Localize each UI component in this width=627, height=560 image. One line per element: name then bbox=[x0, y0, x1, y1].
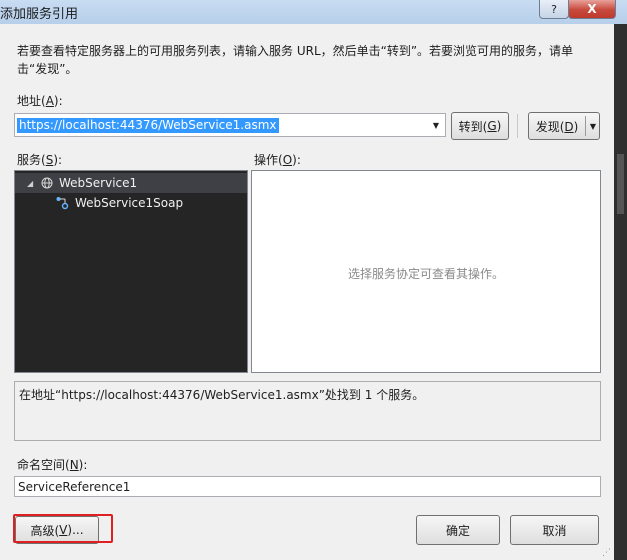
scrollbar-thumb[interactable] bbox=[617, 154, 624, 214]
tree-item-label: WebService1 bbox=[59, 176, 138, 190]
discover-button[interactable]: 发现(D) ▼ bbox=[528, 112, 600, 140]
namespace-label: 命名空间(N): bbox=[17, 458, 88, 472]
operations-empty-hint: 选择服务协定可查看其操作。 bbox=[347, 267, 504, 281]
dropdown-arrow-icon[interactable]: ▼ bbox=[590, 122, 596, 131]
expand-triangle-icon[interactable]: ◢ bbox=[27, 179, 39, 188]
toolbar-separator bbox=[517, 114, 518, 138]
cancel-button[interactable]: 取消 bbox=[510, 515, 599, 545]
services-label: 服务(S): bbox=[17, 153, 63, 167]
background-window-edge bbox=[614, 24, 627, 560]
ok-button[interactable]: 确定 bbox=[416, 515, 500, 545]
window-title: 添加服务引用 bbox=[0, 7, 79, 22]
namespace-value[interactable]: ServiceReference1 bbox=[18, 480, 130, 494]
endpoint-icon bbox=[56, 197, 69, 210]
services-tree[interactable]: ◢ WebService1 WebService1Soap bbox=[14, 170, 248, 373]
namespace-input[interactable]: ServiceReference1 bbox=[14, 476, 601, 497]
tree-item-label: WebService1Soap bbox=[75, 196, 184, 210]
split-divider bbox=[585, 116, 586, 136]
close-button[interactable]: X bbox=[568, 0, 616, 19]
close-icon: X bbox=[587, 2, 597, 16]
chevron-down-icon[interactable]: ▼ bbox=[429, 114, 443, 136]
go-button[interactable]: 转到(G) bbox=[451, 112, 509, 140]
annotation-highlight-box bbox=[13, 514, 113, 543]
status-text: 在地址“https://localhost:44376/WebService1.… bbox=[19, 388, 425, 402]
help-button[interactable]: ? bbox=[539, 0, 569, 19]
address-combobox[interactable]: https://localhost:44376/WebService1.asmx… bbox=[14, 113, 446, 137]
operations-list[interactable]: 选择服务协定可查看其操作。 bbox=[251, 170, 601, 373]
instructions-text: 若要查看特定服务器上的可用服务列表，请输入服务 URL，然后单击“转到”。若要浏… bbox=[17, 44, 574, 76]
title-bar: 添加服务引用 ? X bbox=[0, 0, 627, 24]
resize-grip-icon[interactable]: ⋰ bbox=[602, 548, 611, 558]
address-label: 地址(A): bbox=[17, 94, 63, 108]
globe-icon bbox=[41, 177, 53, 189]
help-icon: ? bbox=[551, 2, 557, 16]
operations-label: 操作(O): bbox=[254, 153, 301, 167]
tree-item-webservice1[interactable]: ◢ WebService1 bbox=[15, 173, 247, 193]
status-panel: 在地址“https://localhost:44376/WebService1.… bbox=[14, 381, 601, 441]
add-service-reference-dialog: 添加服务引用 ? X 若要查看特定服务器上的可用服务列表，请输入服务 URL，然… bbox=[0, 0, 627, 560]
tree-item-webservice1soap[interactable]: WebService1Soap bbox=[15, 193, 247, 213]
discover-button-label: 发现(D) bbox=[535, 119, 579, 134]
address-input-value[interactable]: https://localhost:44376/WebService1.asmx bbox=[17, 118, 279, 133]
